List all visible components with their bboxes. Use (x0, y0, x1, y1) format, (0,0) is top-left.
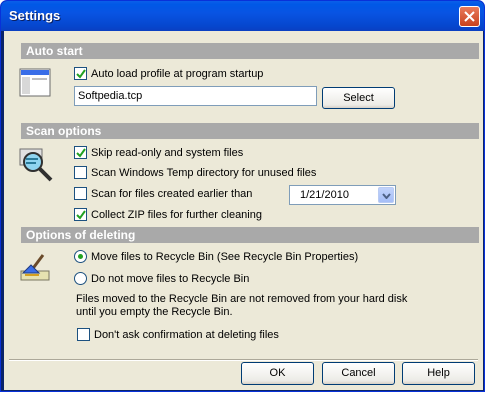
skip-readonly-checkbox[interactable] (74, 146, 87, 159)
magnifier-icon (19, 148, 53, 182)
ok-button[interactable]: OK (241, 362, 314, 385)
date-picker[interactable]: 1/21/2010 (289, 185, 396, 205)
skip-readonly-option[interactable]: Skip read-only and system files (74, 146, 243, 159)
scan-earlier-checkbox[interactable] (74, 187, 87, 200)
settings-window: Settings Auto start Auto load profile at… (0, 0, 485, 392)
window-icon (19, 68, 51, 97)
scan-temp-checkbox[interactable] (74, 166, 87, 179)
scan-earlier-label: Scan for files created earlier than (91, 187, 253, 200)
auto-load-label: Auto load profile at program startup (91, 67, 264, 80)
scan-options-header: Scan options (21, 123, 479, 139)
move-to-bin-label: Move files to Recycle Bin (See Recycle B… (91, 250, 359, 263)
auto-load-checkbox[interactable] (74, 67, 87, 80)
title-bar[interactable]: Settings (1, 1, 484, 31)
dropdown-button[interactable] (378, 187, 394, 203)
move-to-bin-radio[interactable] (74, 250, 87, 263)
collect-zip-checkbox[interactable] (74, 208, 87, 221)
separator (9, 359, 478, 361)
chevron-down-icon (382, 193, 391, 199)
auto-load-option[interactable]: Auto load profile at program startup (74, 67, 263, 80)
recycle-note-line-1: Files moved to the Recycle Bin are not r… (76, 293, 408, 305)
confirm-option[interactable]: Don't ask confirmation at deleting files (77, 328, 279, 341)
recycle-note-line-2: until you empty the Recycle Bin. (76, 306, 233, 318)
no-bin-label: Do not move files to Recycle Bin (91, 272, 250, 285)
collect-zip-option[interactable]: Collect ZIP files for further cleaning (74, 208, 262, 221)
profile-path-field[interactable]: Softpedia.tcp (74, 86, 317, 106)
scan-temp-label: Scan Windows Temp directory for unused f… (91, 166, 317, 179)
select-button[interactable]: Select (322, 87, 395, 109)
recycle-note: Files moved to the Recycle Bin are not r… (76, 293, 407, 319)
collect-zip-label: Collect ZIP files for further cleaning (91, 208, 262, 221)
close-icon (464, 11, 475, 22)
auto-start-header: Auto start (21, 43, 479, 59)
close-button[interactable] (459, 6, 480, 27)
no-bin-option[interactable]: Do not move files to Recycle Bin (74, 272, 249, 285)
deleting-header: Options of deleting (21, 227, 479, 243)
skip-readonly-label: Skip read-only and system files (91, 146, 244, 159)
help-button[interactable]: Help (402, 362, 475, 385)
no-bin-radio[interactable] (74, 272, 87, 285)
scan-earlier-option[interactable]: Scan for files created earlier than (74, 187, 252, 200)
dialog-body: Auto start Auto load profile at program … (4, 31, 483, 390)
confirm-label: Don't ask confirmation at deleting files (94, 328, 279, 341)
confirm-checkbox[interactable] (77, 328, 90, 341)
move-to-bin-option[interactable]: Move files to Recycle Bin (See Recycle B… (74, 250, 358, 263)
broom-icon (20, 254, 50, 281)
scan-temp-option[interactable]: Scan Windows Temp directory for unused f… (74, 166, 316, 179)
cancel-button[interactable]: Cancel (322, 362, 395, 385)
window-title: Settings (9, 8, 61, 23)
date-value: 1/21/2010 (300, 189, 349, 201)
